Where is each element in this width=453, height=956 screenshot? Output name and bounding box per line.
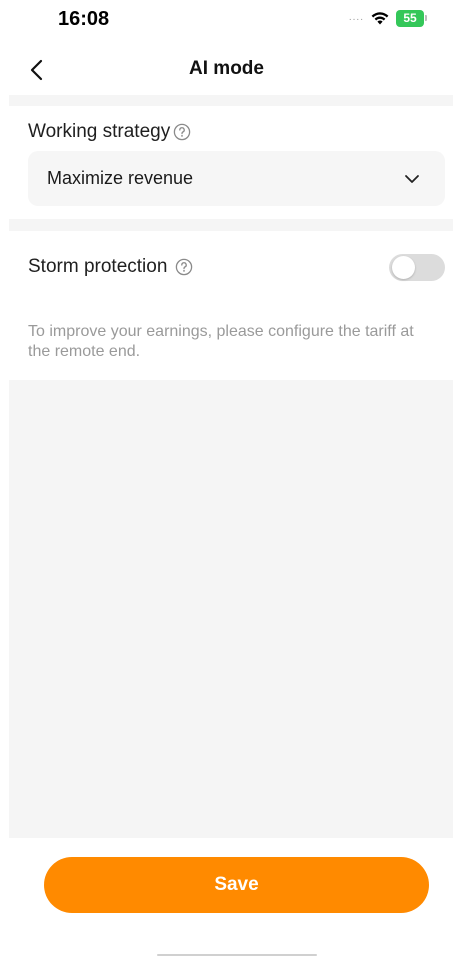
section-divider	[9, 219, 453, 231]
battery-cap	[425, 15, 427, 21]
section-divider	[9, 95, 453, 106]
question-circle-icon[interactable]	[173, 123, 191, 141]
save-button[interactable]: Save	[44, 857, 429, 913]
status-time: 16:08	[58, 8, 110, 30]
working-strategy-label-row: Working strategy	[28, 121, 191, 143]
battery-indicator: 55	[396, 9, 427, 27]
wifi-icon	[371, 12, 389, 25]
working-strategy-select[interactable]: Maximize revenue	[28, 151, 445, 206]
question-circle-icon[interactable]	[175, 258, 193, 276]
chevron-down-icon	[405, 175, 419, 183]
storm-protection-label: Storm protection	[28, 256, 168, 277]
working-strategy-label: Working strategy	[28, 121, 171, 142]
toggle-knob	[392, 256, 415, 279]
status-indicators: .... 55	[349, 9, 427, 27]
nav-bar: AI mode	[0, 48, 453, 94]
storm-protection-toggle[interactable]	[389, 254, 445, 281]
empty-content-area	[9, 380, 453, 838]
status-bar: 16:08 .... 55	[0, 0, 453, 40]
page-title: AI mode	[189, 58, 264, 79]
battery-level: 55	[396, 9, 424, 27]
cellular-signal-icon: ....	[348, 12, 364, 23]
storm-protection-label-row: Storm protection	[28, 256, 193, 278]
working-strategy-value: Maximize revenue	[47, 168, 194, 188]
tariff-hint-text: To improve your earnings, please configu…	[28, 323, 414, 360]
